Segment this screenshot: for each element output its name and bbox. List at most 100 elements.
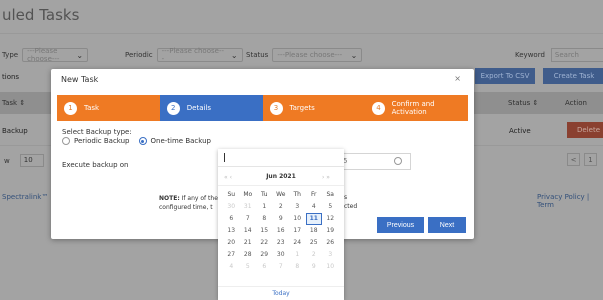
calendar-day-selected[interactable]: 11 [305,213,322,225]
delete-button[interactable]: Delete [567,122,603,138]
text-cursor [224,153,225,162]
step-details[interactable]: 2 Details [159,95,263,121]
calendar-day[interactable]: 8 [256,213,273,225]
calendar-day[interactable]: 29 [256,249,273,261]
calendar-day[interactable]: 9 [306,261,323,273]
page-title: uled Tasks [2,6,80,24]
one-time-backup-radio[interactable] [138,137,147,145]
column-header-status[interactable]: Status ⇕ [508,99,538,107]
calendar-day[interactable]: 3 [322,249,339,261]
note-tail-1: s [344,194,348,201]
per-page-control: w 10 [4,154,44,167]
calendar-day[interactable]: 2 [306,249,323,261]
calendar-day[interactable]: 18 [306,225,323,237]
backup-type-label: Select Backup type: [62,128,132,136]
calendar-day[interactable]: 31 [240,201,257,213]
periodic-select-value: ---Please choose--- [161,47,224,63]
calendar-day[interactable]: 3 [289,201,306,213]
calendar-day[interactable]: 26 [322,237,339,249]
chevron-down-icon: ⌄ [76,50,84,60]
calendar-day[interactable]: 14 [240,225,257,237]
keyword-label: Keyword [515,51,545,59]
per-page-select[interactable]: 10 [19,154,44,167]
pager-page-1[interactable]: 1 [584,153,597,166]
step-targets[interactable]: 3 Targets [262,95,366,121]
calendar-day[interactable]: 25 [306,237,323,249]
calendar-day[interactable]: 2 [273,201,290,213]
clock-icon[interactable] [394,157,402,165]
calendar-day[interactable]: 7 [273,261,290,273]
note-line-2: configured time, t [159,204,213,211]
actions-label: tions [2,73,20,81]
status-select[interactable]: ---Please choose--- ⌄ [272,48,363,62]
calendar-day[interactable]: 30 [273,249,290,261]
calendar-day[interactable]: 28 [240,249,257,261]
calendar-day[interactable]: 8 [289,261,306,273]
keyword-input[interactable]: Search [550,48,603,62]
today-button[interactable]: Today [218,290,344,297]
calendar-day[interactable]: 6 [223,213,240,225]
calendar-day[interactable]: 20 [223,237,240,249]
calendar-day[interactable]: 21 [240,237,257,249]
calendar-day[interactable]: 4 [223,261,240,273]
picker-footer-divider [218,286,344,287]
status-filter: Status ---Please choose--- ⌄ [246,48,363,62]
column-header-task[interactable]: Task ⇕ [2,99,25,107]
weekday-label: Mo [243,191,253,198]
execute-backup-label: Execute backup on [62,161,129,169]
note-bold: NOTE: [159,195,180,202]
calendar-day[interactable]: 22 [256,237,273,249]
calendar-day[interactable]: 1 [256,201,273,213]
calendar-day[interactable]: 6 [256,261,273,273]
calendar-day[interactable]: 24 [289,237,306,249]
periodic-select[interactable]: ---Please choose--- ⌄ [156,47,243,63]
one-time-backup-label[interactable]: One-time Backup [151,137,211,145]
step-task[interactable]: 1 Task [57,95,160,121]
date-picker-input[interactable] [218,149,344,167]
calendar-day[interactable]: 16 [273,225,290,237]
create-task-button[interactable]: Create Task [543,68,603,84]
step-label: Targets [289,104,315,112]
calendar-week-row: 6 7 8 9 10 11 12 [223,213,339,225]
calendar-day[interactable]: 9 [273,213,290,225]
calendar-day[interactable]: 12 [322,213,339,225]
step-confirm-activation[interactable]: 4 Confirm and Activation [365,95,468,121]
previous-button[interactable]: Previous [377,217,424,233]
footer-brand[interactable]: Spectralink™ [2,193,48,201]
periodic-filter-label: Periodic [125,51,153,59]
periodic-backup-radio[interactable] [62,137,70,145]
calendar-week-row: 30 31 1 2 3 4 5 [223,201,339,213]
calendar-day[interactable]: 5 [322,201,339,213]
calendar-day[interactable]: 19 [322,225,339,237]
periodic-backup-label[interactable]: Periodic Backup [74,137,130,145]
picker-divider [218,185,344,186]
calendar-day[interactable]: 7 [240,213,257,225]
export-csv-button[interactable]: Export To CSV [475,68,535,84]
calendar-day[interactable]: 30 [223,201,240,213]
type-select[interactable]: ---Please choose--- ⌄ [22,47,89,63]
pager-prev-button[interactable]: < [567,153,580,166]
footer-links[interactable]: Privacy Policy | Term [537,193,603,209]
calendar-day[interactable]: 23 [273,237,290,249]
next-button[interactable]: Next [428,217,466,233]
status-select-value: ---Please choose--- [277,51,343,59]
calendar-day[interactable]: 27 [223,249,240,261]
next-month-nav[interactable]: › » [322,174,330,181]
calendar-day[interactable]: 5 [240,261,257,273]
step-number: 1 [64,101,77,115]
calendar-day[interactable]: 10 [289,213,306,225]
calendar-week-row: 4 5 6 7 8 9 10 [223,261,339,273]
calendar-week-row: 27 28 29 30 1 2 3 [223,249,339,261]
calendar-day[interactable]: 13 [223,225,240,237]
calendar-day[interactable]: 1 [289,249,306,261]
calendar-day[interactable]: 17 [289,225,306,237]
close-icon[interactable]: × [454,74,461,83]
keyword-search: Keyword Search [515,48,603,62]
calendar-day[interactable]: 4 [306,201,323,213]
step-number: 3 [269,101,283,115]
periodic-filter: Periodic ---Please choose--- ⌄ [125,47,243,63]
calendar-day[interactable]: 10 [322,261,339,273]
calendar-day[interactable]: 15 [256,225,273,237]
per-page-label: w [4,156,10,165]
date-picker: « ‹ Jun 2021 › » Su Mo Tu We Th Fr Sa 30 31 1 2 3 4 5… [218,149,344,300]
